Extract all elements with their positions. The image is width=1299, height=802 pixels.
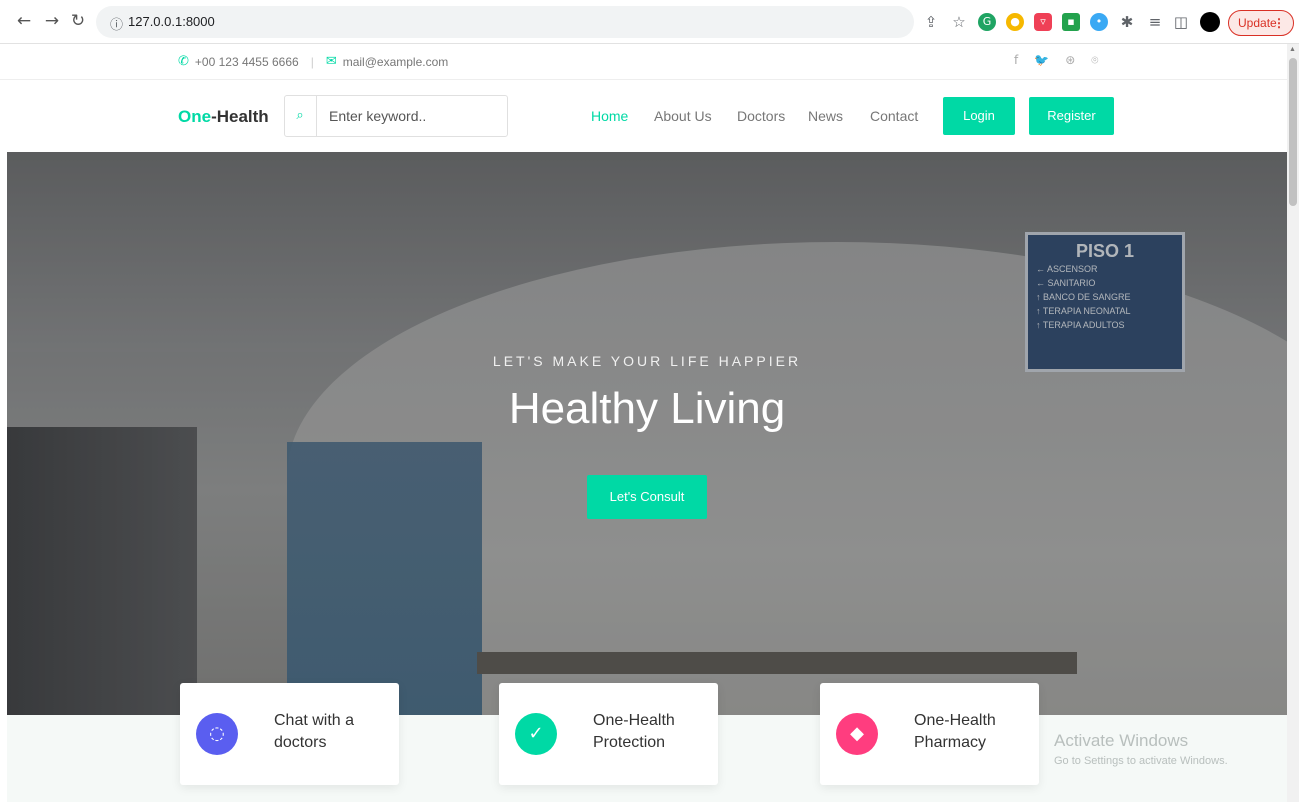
phone-number[interactable]: +00 123 4455 6666	[195, 55, 299, 69]
feature-label: One-Health Protection	[593, 712, 675, 751]
register-button[interactable]: Register	[1029, 97, 1114, 135]
forward-icon[interactable]: →	[42, 11, 62, 31]
side-panel-icon[interactable]: ◫	[1172, 13, 1190, 31]
hero-banner: PISO 1 ← ASCENSOR ← SANITARIO ↑ BANCO DE…	[7, 152, 1287, 715]
page-scrollbar[interactable]: ▲	[1287, 44, 1299, 802]
profile-avatar[interactable]	[1200, 12, 1220, 32]
extension-pocket-icon[interactable]: ▿	[1034, 13, 1052, 31]
shield-check-icon: ✓	[515, 713, 557, 755]
browser-toolbar: ← → ↻ ⓘ 127.0.0.1:8000 ⇪ ☆ G ● ▿ ▪ • ✱ ≡…	[0, 0, 1299, 44]
brand-rest: -Health	[211, 107, 269, 126]
scrollbar-thumb[interactable]	[1289, 58, 1297, 206]
dribbble-icon[interactable]: ⊛	[1065, 53, 1075, 68]
search-input[interactable]	[316, 96, 506, 136]
main-navbar: One-Health ⌕ Home About Us Doctors News …	[0, 80, 1287, 152]
watermark-subtitle: Go to Settings to activate Windows.	[1054, 755, 1228, 767]
windows-activation-watermark: Activate Windows Go to Settings to activ…	[1054, 731, 1228, 767]
brand-logo[interactable]: One-Health	[178, 107, 269, 127]
login-button[interactable]: Login	[943, 97, 1015, 135]
update-button[interactable]: Update ⋮	[1228, 10, 1294, 36]
extension-grammarly-icon[interactable]: G	[978, 13, 996, 31]
instagram-icon[interactable]: ⌾	[1091, 53, 1098, 68]
bookmark-star-icon[interactable]: ☆	[950, 13, 968, 31]
extension-book-icon[interactable]: ▪	[1062, 13, 1080, 31]
menu-dots-icon: ⋮	[1273, 16, 1285, 30]
reload-icon[interactable]: ↻	[68, 11, 88, 31]
feature-label: Chat with a doctors	[274, 712, 355, 751]
divider: |	[310, 54, 314, 69]
feature-card-protection[interactable]: ✓ One-Health Protection	[499, 683, 718, 785]
consult-button[interactable]: Let's Consult	[587, 475, 707, 519]
scroll-up-icon[interactable]: ▲	[1289, 46, 1296, 53]
basket-icon: ◆	[836, 713, 878, 755]
search-box: ⌕	[284, 95, 508, 137]
extension-drop-icon[interactable]: •	[1090, 13, 1108, 31]
watermark-title: Activate Windows	[1054, 731, 1189, 750]
feature-label: One-Health Pharmacy	[914, 712, 996, 751]
twitter-icon[interactable]: 🐦	[1034, 53, 1049, 68]
site-info-icon[interactable]: ⓘ	[110, 14, 123, 33]
hero-kicker: LET'S MAKE YOUR LIFE HAPPIER	[492, 353, 802, 369]
contact-info: ✆ +00 123 4455 6666 | ✉ mail@example.com	[178, 54, 448, 69]
extension-coin-icon[interactable]: ●	[1006, 13, 1024, 31]
feature-card-chat[interactable]: ◌ Chat with a doctors	[180, 683, 399, 785]
nav-link-about[interactable]: About Us	[654, 108, 712, 124]
reading-list-icon[interactable]: ≡	[1146, 13, 1164, 31]
nav-link-doctors[interactable]: Doctors	[737, 108, 785, 124]
extensions-puzzle-icon[interactable]: ✱	[1118, 13, 1136, 31]
nav-link-news[interactable]: News	[808, 108, 843, 124]
search-icon[interactable]: ⌕	[285, 96, 315, 136]
chat-icon: ◌	[196, 713, 238, 755]
feature-card-pharmacy[interactable]: ◆ One-Health Pharmacy	[820, 683, 1039, 785]
update-label: Update	[1238, 16, 1277, 30]
url-text: 127.0.0.1:8000	[128, 14, 215, 29]
facebook-icon[interactable]: f	[1014, 53, 1018, 68]
mail-icon: ✉	[325, 54, 337, 69]
social-links: f 🐦 ⊛ ⌾	[1014, 53, 1098, 68]
phone-icon: ✆	[178, 54, 189, 69]
address-bar[interactable]: ⓘ 127.0.0.1:8000	[96, 6, 914, 38]
back-icon[interactable]: ←	[14, 11, 34, 31]
brand-accent: One	[178, 107, 212, 126]
share-icon[interactable]: ⇪	[922, 13, 940, 31]
hero-title: Healthy Living	[508, 384, 786, 433]
email-address[interactable]: mail@example.com	[343, 55, 449, 69]
nav-link-home[interactable]: Home	[591, 108, 628, 124]
nav-link-contact[interactable]: Contact	[870, 108, 918, 124]
top-contact-bar: ✆ +00 123 4455 6666 | ✉ mail@example.com…	[0, 44, 1287, 80]
